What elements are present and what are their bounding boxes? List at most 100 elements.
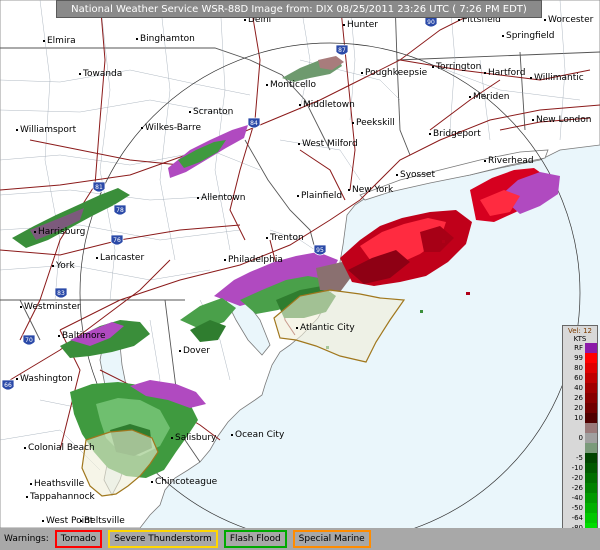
city-label: Syosset	[400, 170, 435, 180]
legend-row-label: 80	[574, 364, 583, 372]
city-label: Bridgeport	[433, 129, 481, 139]
legend-swatch	[585, 443, 597, 453]
city-marker	[429, 133, 431, 135]
city-marker	[458, 19, 460, 21]
legend-row: -26	[563, 483, 597, 493]
city-marker	[171, 437, 173, 439]
legend-swatch	[585, 413, 597, 423]
interstate-shield: 90	[424, 16, 438, 28]
city-marker	[297, 195, 299, 197]
legend-row-label: 10	[574, 414, 583, 422]
interstate-shield: 78	[113, 204, 127, 216]
city-marker	[396, 174, 398, 176]
city-marker	[96, 257, 98, 259]
legend-row-label: 99	[574, 354, 583, 362]
legend-row: -64	[563, 513, 597, 523]
city-label: Allentown	[201, 193, 246, 203]
interstate-shield: 66	[1, 379, 15, 391]
title-bar: National Weather Service WSR-88D Image f…	[56, 0, 542, 18]
city-label: Philadelphia	[228, 255, 283, 265]
shield-label: 84	[250, 120, 258, 127]
interstate-shield: 84	[247, 117, 261, 129]
city-marker	[502, 35, 504, 37]
legend-row: 60	[563, 373, 597, 383]
interstate-shield: 70	[22, 334, 36, 346]
city-marker	[343, 24, 345, 26]
interstate-shield: 95	[313, 244, 327, 256]
legend-row	[563, 443, 597, 453]
legend-row: 26	[563, 393, 597, 403]
city-label: Poughkeepsie	[365, 68, 428, 78]
city-label: Baltimore	[62, 331, 106, 341]
legend-swatch	[585, 373, 597, 383]
city-marker	[179, 350, 181, 352]
city-label: Springfield	[506, 31, 554, 41]
city-marker	[141, 127, 143, 129]
city-label: York	[55, 261, 76, 271]
interstate-shield: 76	[110, 234, 124, 246]
city-marker	[484, 160, 486, 162]
shield-label: 70	[25, 337, 33, 344]
city-marker	[151, 481, 153, 483]
legend-row-label: RF	[574, 344, 583, 352]
warnings-bar: Warnings: Tornado Severe Thunderstorm Flas…	[0, 528, 600, 550]
city-label: Worcester	[548, 15, 594, 25]
legend-row: -50	[563, 503, 597, 513]
legend-swatch	[585, 503, 597, 513]
legend-row-label: -64	[571, 514, 583, 522]
city-marker	[16, 129, 18, 131]
city-marker	[224, 259, 226, 261]
city-marker	[266, 237, 268, 239]
legend-rows: RF998060402620100-5-10-20-26-40-50-64-80…	[563, 343, 597, 550]
city-marker	[244, 19, 246, 21]
shield-label: 78	[116, 207, 124, 214]
city-label: Hunter	[347, 20, 378, 30]
city-label: Binghamton	[140, 34, 195, 44]
city-label: New York	[352, 185, 394, 195]
interstate-shield: 83	[54, 287, 68, 299]
legend-row-label: 40	[574, 384, 583, 392]
interstate-shield: 81	[92, 181, 106, 193]
legend-row-label: -10	[571, 464, 583, 472]
legend-row: RF	[563, 343, 597, 353]
title-text: National Weather Service WSR-88D Image f…	[71, 3, 527, 15]
city-marker	[530, 77, 532, 79]
city-marker	[266, 84, 268, 86]
city-marker	[79, 73, 81, 75]
shield-label: 83	[57, 290, 65, 297]
warning-special-marine: Special Marine	[292, 530, 371, 548]
city-marker	[361, 72, 363, 74]
city-label: Williamsport	[20, 125, 77, 135]
legend-row: 99	[563, 353, 597, 363]
legend-swatch	[585, 403, 597, 413]
legend-row-label: 20	[574, 404, 583, 412]
city-label: New London	[536, 115, 591, 125]
legend-row: 80	[563, 363, 597, 373]
warnings-label: Warnings:	[4, 534, 49, 544]
legend-row: -40	[563, 493, 597, 503]
city-marker	[26, 496, 28, 498]
city-marker	[231, 434, 233, 436]
city-marker	[484, 72, 486, 74]
city-label: Westminster	[24, 302, 81, 312]
legend-swatch	[585, 363, 597, 373]
legend-row-label: 26	[574, 394, 583, 402]
city-marker	[544, 19, 546, 21]
warning-items: Tornado Severe Thunderstorm Flash Flood Spe…	[54, 530, 377, 548]
city-label: Salisbury	[175, 433, 217, 443]
legend-row: 20	[563, 403, 597, 413]
city-label: Colonial Beach	[28, 443, 95, 453]
legend-row-label: -26	[571, 484, 583, 492]
city-label: Towanda	[82, 69, 122, 79]
legend-swatch	[585, 483, 597, 493]
velocity-legend: Vel: 12 KTS RF 99 80 60 40 26 20 10 0 -5 -10 -20 -26…	[562, 325, 598, 550]
legend-row-label: -5	[576, 454, 583, 462]
legend-swatch	[585, 343, 597, 353]
city-label: Riverhead	[488, 156, 534, 166]
city-label: Ocean City	[235, 430, 285, 440]
city-marker	[43, 40, 45, 42]
legend-unit: KTS	[573, 335, 587, 343]
city-marker	[532, 119, 534, 121]
shield-label: 81	[95, 184, 103, 191]
city-marker	[136, 38, 138, 40]
